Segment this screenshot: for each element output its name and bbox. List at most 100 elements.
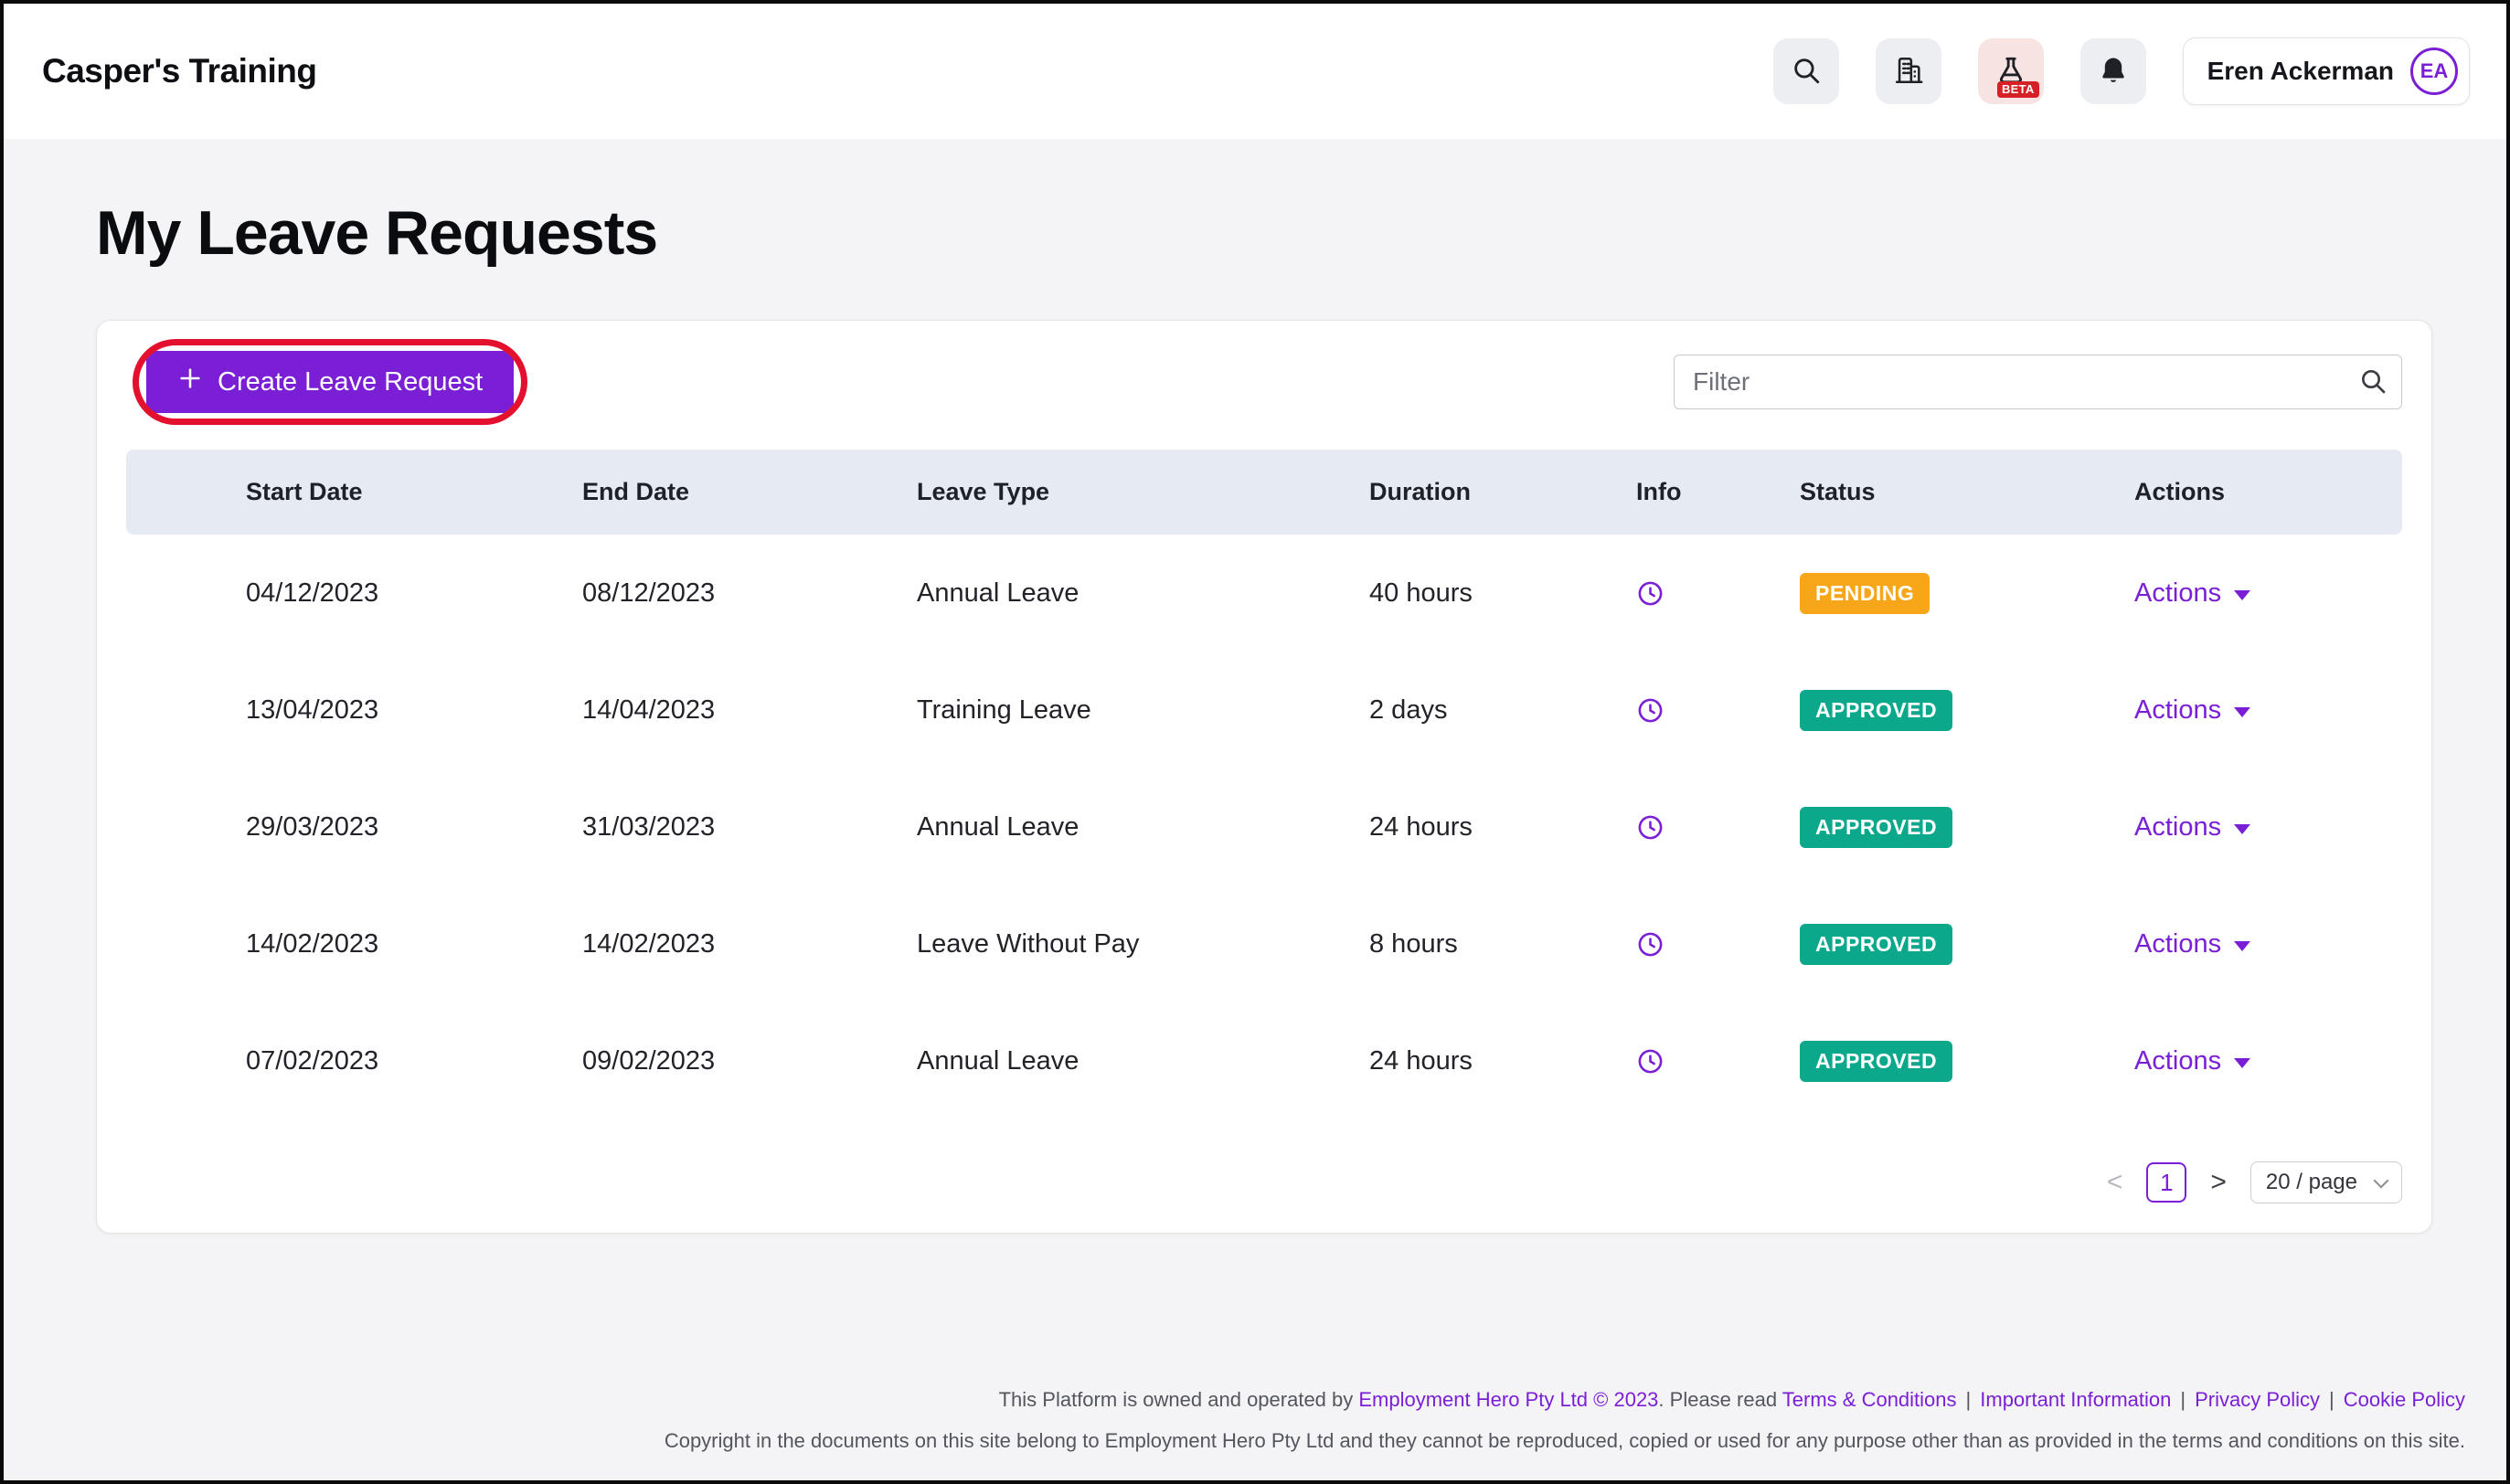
footer-link-important-information[interactable]: Important Information <box>1980 1388 2171 1411</box>
pagination-page-1[interactable]: 1 <box>2146 1162 2187 1203</box>
footer-separator: | <box>1965 1388 1972 1412</box>
cell-start-date: 07/02/2023 <box>246 1045 379 1076</box>
actions-label: Actions <box>2134 578 2222 608</box>
cell-leave-type: Annual Leave <box>917 578 1080 608</box>
cell-status: APPROVED <box>1800 923 2134 965</box>
user-menu[interactable]: Eren Ackerman EA <box>2182 37 2470 105</box>
actions-label: Actions <box>2134 1045 2222 1076</box>
app-title: Casper's Training <box>42 52 317 90</box>
footer-text-please-read: . Please read <box>1658 1388 1782 1412</box>
cell-duration: 40 hours <box>1369 578 1473 608</box>
card-toolbar: Create Leave Request <box>126 339 2402 426</box>
organisation-button[interactable] <box>1875 38 1941 104</box>
table-row: 14/02/2023 14/02/2023 Leave Without Pay … <box>126 885 2402 1002</box>
actions-menu-trigger[interactable]: Actions <box>2134 812 2402 843</box>
page-size-select[interactable]: 20 / page <box>2249 1161 2402 1204</box>
cell-status: APPROVED <box>1800 689 2134 731</box>
create-leave-request-label: Create Leave Request <box>218 366 484 397</box>
actions-menu-trigger[interactable]: Actions <box>2134 578 2402 609</box>
cell-leave-type: Annual Leave <box>917 811 1080 842</box>
cell-info <box>1636 930 1800 959</box>
footer-link-cookie-policy[interactable]: Cookie Policy <box>2344 1388 2465 1411</box>
cell-duration: 8 hours <box>1369 928 1458 959</box>
clock-icon[interactable] <box>1636 930 1664 959</box>
notifications-button[interactable] <box>2079 38 2146 104</box>
topbar: Casper's Training BETA Eren Ackerman EA <box>4 4 2506 139</box>
footer-separator: | <box>2180 1388 2186 1412</box>
table-row: 29/03/2023 31/03/2023 Annual Leave 24 ho… <box>126 768 2402 885</box>
footer-link-privacy-policy[interactable]: Privacy Policy <box>2195 1388 2320 1411</box>
cell-duration: 2 days <box>1369 694 1448 725</box>
cell-status: APPROVED <box>1800 1040 2134 1082</box>
chevron-down-icon <box>2373 1172 2389 1189</box>
chevron-down-icon <box>2234 1057 2251 1068</box>
actions-label: Actions <box>2134 928 2222 959</box>
status-badge: APPROVED <box>1800 923 1953 965</box>
pagination-next[interactable]: > <box>2210 1167 2227 1198</box>
cell-info <box>1636 813 1800 842</box>
chevron-down-icon <box>2234 940 2251 951</box>
footer-text-owned: This Platform is owned and operated by <box>998 1388 1359 1412</box>
clock-icon[interactable] <box>1636 1047 1664 1076</box>
cell-start-date: 13/04/2023 <box>246 694 379 725</box>
page-size-value: 20 / page <box>2265 1170 2357 1195</box>
column-header-start-date: Start Date <box>246 478 363 506</box>
status-badge: APPROVED <box>1800 1040 1953 1082</box>
chevron-down-icon <box>2234 823 2251 834</box>
footer-link-terms[interactable]: Terms & Conditions <box>1782 1388 1957 1411</box>
column-header-status: Status <box>1800 478 1876 506</box>
cell-leave-type: Annual Leave <box>917 1045 1080 1076</box>
cell-start-date: 29/03/2023 <box>246 811 379 842</box>
search-icon <box>1791 55 1822 89</box>
cell-end-date: 09/02/2023 <box>582 1045 716 1076</box>
search-icon <box>2358 366 2388 400</box>
actions-label: Actions <box>2134 811 2222 842</box>
table-row: 13/04/2023 14/04/2023 Training Leave 2 d… <box>126 652 2402 768</box>
topbar-actions: BETA Eren Ackerman EA <box>1772 37 2470 105</box>
beta-features-button[interactable]: BETA <box>1977 38 2044 104</box>
cell-duration: 24 hours <box>1369 1045 1473 1076</box>
status-badge: PENDING <box>1800 572 1930 614</box>
cell-end-date: 08/12/2023 <box>582 578 716 608</box>
cell-end-date: 14/02/2023 <box>582 928 716 959</box>
cell-status: PENDING <box>1800 572 2134 614</box>
column-header-leave-type: Leave Type <box>917 478 1050 506</box>
actions-label: Actions <box>2134 694 2222 725</box>
actions-menu-trigger[interactable]: Actions <box>2134 695 2402 726</box>
status-badge: APPROVED <box>1800 689 1953 731</box>
filter-input[interactable] <box>1674 355 2402 410</box>
create-leave-request-button[interactable]: Create Leave Request <box>146 351 515 414</box>
footer-link-company[interactable]: Employment Hero Pty Ltd © 2023 <box>1358 1388 1658 1411</box>
footer: This Platform is owned and operated by E… <box>4 1384 2506 1456</box>
filter <box>1674 355 2402 410</box>
clock-icon[interactable] <box>1636 696 1664 725</box>
clock-icon[interactable] <box>1636 813 1664 842</box>
column-header-duration: Duration <box>1369 478 1471 506</box>
cell-duration: 24 hours <box>1369 811 1473 842</box>
clock-icon[interactable] <box>1636 579 1664 608</box>
actions-menu-trigger[interactable]: Actions <box>2134 1046 2402 1076</box>
footer-copyright: Copyright in the documents on this site … <box>664 1429 2465 1453</box>
cell-leave-type: Leave Without Pay <box>917 928 1140 959</box>
column-header-actions: Actions <box>2134 478 2226 506</box>
cell-info <box>1636 1047 1800 1076</box>
cell-info <box>1636 579 1800 608</box>
cell-info <box>1636 696 1800 725</box>
cell-status: APPROVED <box>1800 806 2134 848</box>
table-header: Start Date End Date Leave Type Duration … <box>126 450 2402 535</box>
cell-start-date: 04/12/2023 <box>246 578 379 608</box>
pagination: < 1 > 20 / page <box>126 1161 2402 1204</box>
cell-leave-type: Training Leave <box>917 694 1091 725</box>
app-window: Casper's Training BETA Eren Ackerman EA … <box>0 0 2510 1484</box>
cell-start-date: 14/02/2023 <box>246 928 379 959</box>
chevron-down-icon <box>2234 589 2251 600</box>
search-button[interactable] <box>1772 38 1839 104</box>
plus-icon <box>177 366 203 398</box>
footer-line1: This Platform is owned and operated by E… <box>45 1384 2465 1415</box>
leave-requests-card: Create Leave Request Start Date End Date… <box>96 320 2432 1235</box>
table-row: 04/12/2023 08/12/2023 Annual Leave 40 ho… <box>126 535 2402 652</box>
cell-end-date: 31/03/2023 <box>582 811 716 842</box>
pagination-prev[interactable]: < <box>2107 1167 2123 1198</box>
actions-menu-trigger[interactable]: Actions <box>2134 929 2402 959</box>
page-title: My Leave Requests <box>96 198 658 268</box>
